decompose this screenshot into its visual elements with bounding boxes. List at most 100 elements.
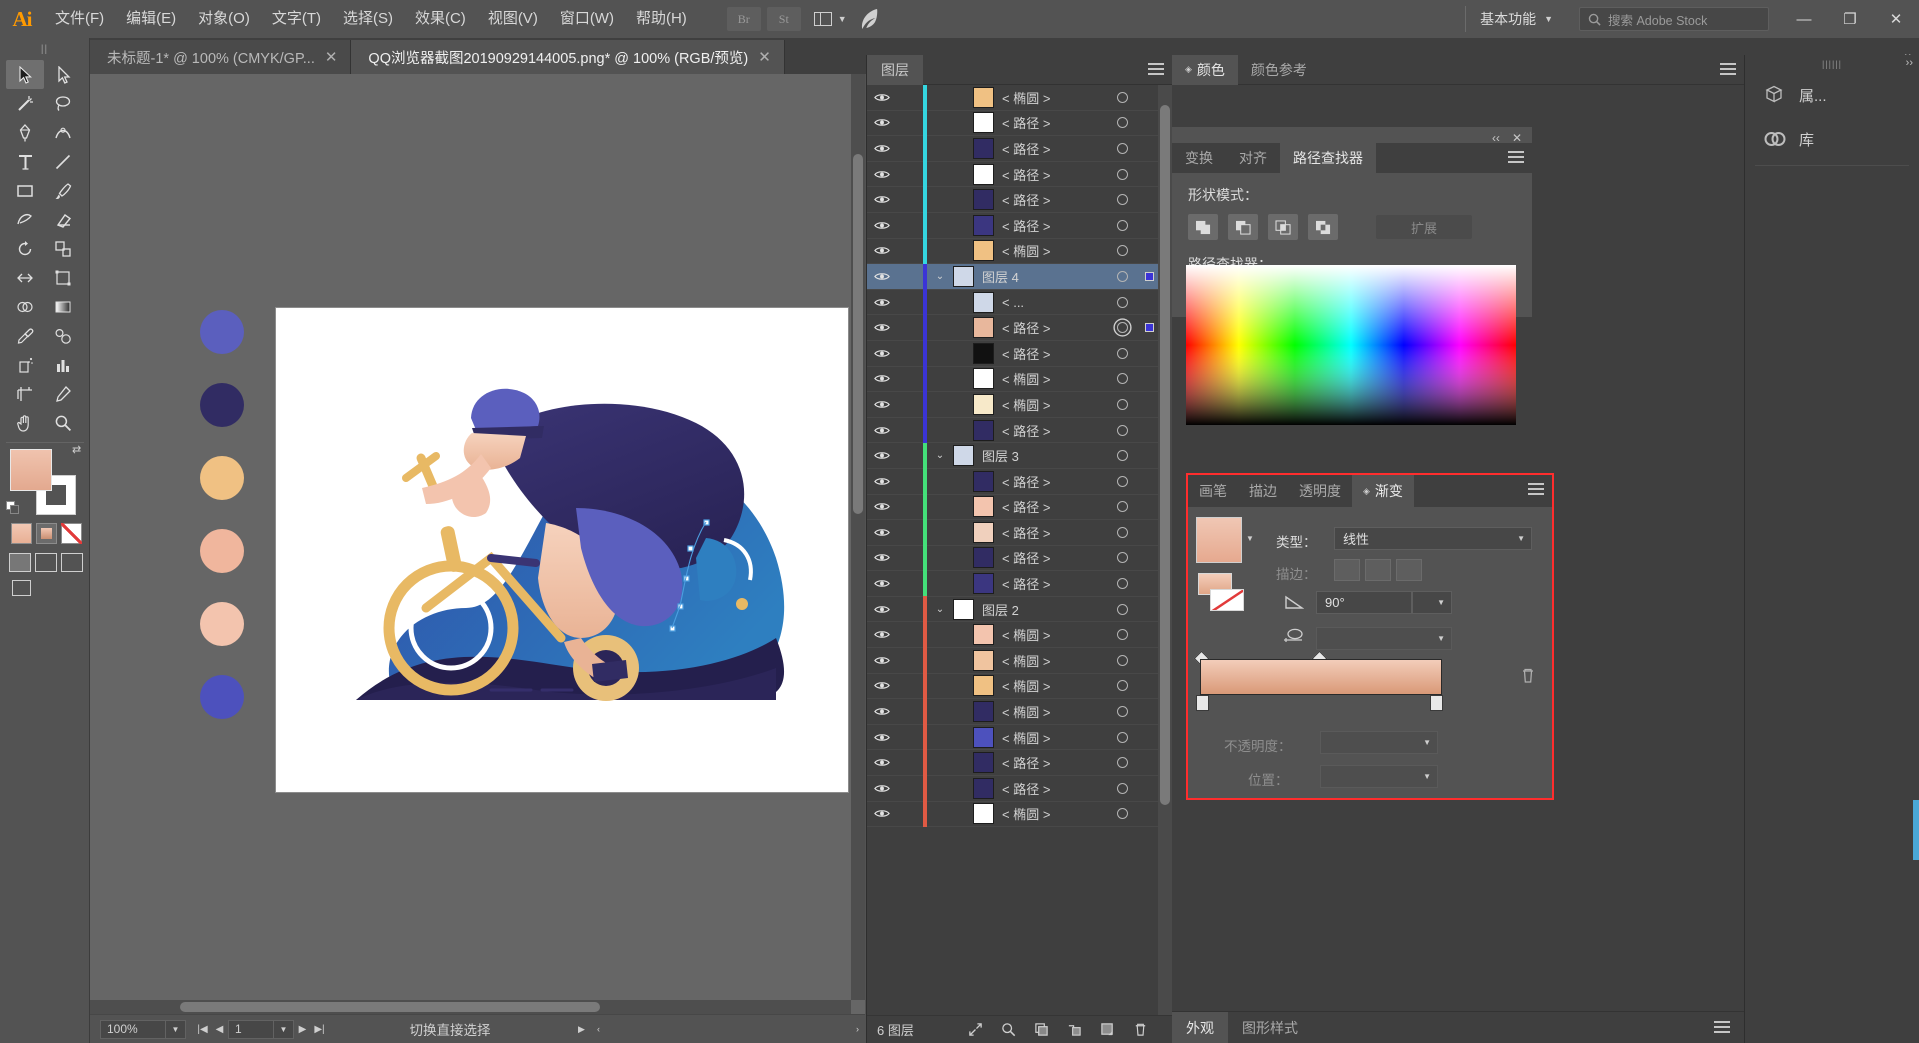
rotate-tool[interactable]	[6, 234, 44, 263]
target-indicator-icon[interactable]	[1105, 219, 1139, 231]
layer-row[interactable]: < 路径 >	[867, 110, 1159, 137]
layer-name-label[interactable]: < 路径 >	[1002, 190, 1105, 209]
target-indicator-icon[interactable]	[1105, 782, 1139, 794]
layer-row[interactable]: < 椭圆 >	[867, 673, 1159, 700]
exclude-button[interactable]	[1308, 214, 1338, 240]
gradient-stop-start[interactable]	[1196, 695, 1209, 711]
panel-menu-icon[interactable]	[1720, 63, 1736, 77]
direct-selection-tool[interactable]	[44, 60, 82, 89]
tab-color[interactable]: ◈ 颜色	[1172, 54, 1238, 85]
layer-name-label[interactable]: < 路径 >	[1002, 421, 1105, 440]
visibility-toggle-icon[interactable]	[867, 680, 897, 691]
gradient-angle-dropdown[interactable]: ▼	[1412, 591, 1452, 614]
chevron-down-icon[interactable]: ▼	[1246, 534, 1254, 543]
scroll-left-icon[interactable]: ‹	[591, 1024, 606, 1034]
target-indicator-icon[interactable]	[1105, 450, 1139, 462]
menu-object[interactable]: 对象(O)	[187, 0, 261, 38]
curvature-tool[interactable]	[44, 118, 82, 147]
type-tool[interactable]	[6, 147, 44, 176]
layer-name-label[interactable]: < 路径 >	[1002, 165, 1105, 184]
color-spectrum[interactable]	[1186, 265, 1516, 425]
target-indicator-icon[interactable]	[1105, 91, 1139, 103]
first-artboard-button[interactable]: |◀	[194, 1020, 211, 1039]
dock-grip[interactable]: ||||||	[1745, 55, 1919, 73]
gradient-tool[interactable]	[44, 292, 82, 321]
swatch-gold[interactable]	[200, 456, 244, 500]
target-indicator-icon[interactable]	[1105, 117, 1139, 129]
panel-menu-icon[interactable]	[1508, 151, 1524, 165]
visibility-toggle-icon[interactable]	[867, 476, 897, 487]
rectangle-tool[interactable]	[6, 176, 44, 205]
layer-row[interactable]: < 路径 >	[867, 340, 1159, 367]
layer-name-label[interactable]: < 椭圆 >	[1002, 88, 1105, 107]
layer-name-label[interactable]: < 椭圆 >	[1002, 395, 1105, 414]
visibility-toggle-icon[interactable]	[867, 297, 897, 308]
close-icon[interactable]: ✕	[758, 48, 771, 66]
stroke-across-icon[interactable]	[1396, 559, 1422, 581]
layer-name-label[interactable]: < 路径 >	[1002, 318, 1105, 337]
layer-row[interactable]: < 椭圆 >	[867, 238, 1159, 265]
panel-menu-icon[interactable]	[1528, 483, 1544, 497]
target-indicator-icon[interactable]	[1105, 168, 1139, 180]
dock-item-properties[interactable]: 属...	[1745, 73, 1919, 117]
layer-row[interactable]: < 路径 >	[867, 417, 1159, 444]
canvas-horizontal-scrollbar[interactable]	[90, 1000, 851, 1014]
search-icon[interactable]	[992, 1016, 1025, 1043]
layer-row[interactable]: < 椭圆 >	[867, 698, 1159, 725]
width-tool[interactable]	[6, 263, 44, 292]
create-new-sublayer-icon[interactable]	[1058, 1016, 1091, 1043]
scrollbar-thumb[interactable]	[180, 1002, 600, 1012]
tab-color-guide[interactable]: 颜色参考	[1238, 55, 1320, 85]
menu-effect[interactable]: 效果(C)	[404, 0, 477, 38]
visibility-toggle-icon[interactable]	[867, 322, 897, 333]
visibility-toggle-icon[interactable]	[867, 808, 897, 819]
target-indicator-icon[interactable]	[1105, 731, 1139, 743]
shaper-tool[interactable]	[6, 205, 44, 234]
layer-name-label[interactable]: < 路径 >	[1002, 779, 1105, 798]
stock-search-input[interactable]: 搜索 Adobe Stock	[1579, 7, 1769, 31]
layer-name-label[interactable]: < 路径 >	[1002, 753, 1105, 772]
layer-row[interactable]: < 椭圆 >	[867, 85, 1159, 111]
chevron-down-icon[interactable]: ⌄	[927, 271, 953, 282]
gradient-slider[interactable]	[1200, 659, 1442, 695]
drawing-mode-inside-icon[interactable]	[61, 553, 83, 572]
document-tab-untitled[interactable]: 未标题-1* @ 100% (CMYK/GP... ✕	[90, 40, 352, 74]
tab-appearance[interactable]: 外观	[1172, 1011, 1228, 1043]
layer-name-label[interactable]: < 路径 >	[1002, 497, 1105, 516]
visibility-toggle-icon[interactable]	[867, 220, 897, 231]
canvas-vertical-scrollbar[interactable]	[851, 74, 865, 1000]
layers-scrollbar[interactable]	[1158, 85, 1172, 1015]
layer-row[interactable]: < 路径 >	[867, 468, 1159, 495]
eraser-tool[interactable]	[44, 205, 82, 234]
restore-button[interactable]: ❐	[1827, 0, 1873, 38]
visibility-toggle-icon[interactable]	[867, 373, 897, 384]
expand-panels-icon[interactable]: ››	[1906, 57, 1913, 69]
target-indicator-icon[interactable]	[1105, 270, 1139, 282]
tab-graphic-styles[interactable]: 图形样式	[1228, 1012, 1312, 1043]
gradient-location-input[interactable]: ▼	[1320, 765, 1438, 788]
layer-name-label[interactable]: < 椭圆 >	[1002, 804, 1105, 823]
layer-row[interactable]: < 路径 >	[867, 570, 1159, 597]
stroke-within-icon[interactable]	[1334, 559, 1360, 581]
eyedropper-tool[interactable]	[6, 321, 44, 350]
layer-row[interactable]: < 路径 >	[867, 135, 1159, 162]
target-indicator-icon[interactable]	[1105, 142, 1139, 154]
visibility-toggle-icon[interactable]	[867, 245, 897, 256]
visibility-toggle-icon[interactable]	[867, 604, 897, 615]
layer-name-label[interactable]: < 椭圆 >	[1002, 369, 1105, 388]
layer-name-label[interactable]: < 椭圆 >	[1002, 625, 1105, 644]
tab-pathfinder[interactable]: 路径查找器	[1280, 143, 1376, 173]
scrollbar-thumb[interactable]	[853, 154, 863, 514]
layer-row[interactable]: < 椭圆 >	[867, 391, 1159, 418]
visibility-toggle-icon[interactable]	[867, 271, 897, 282]
gradient-stroke-chip[interactable]	[1210, 589, 1244, 611]
visibility-toggle-icon[interactable]	[867, 552, 897, 563]
zoom-dropdown-icon[interactable]: ▼	[166, 1019, 186, 1039]
pen-tool[interactable]	[6, 118, 44, 147]
menu-file[interactable]: 文件(F)	[44, 0, 115, 38]
layer-row[interactable]: < 路径 >	[867, 775, 1159, 802]
layer-row[interactable]: < 路径 >	[867, 186, 1159, 213]
hand-tool[interactable]	[6, 408, 44, 437]
canvas-area[interactable]	[90, 74, 865, 1014]
layer-name-label[interactable]: < 路径 >	[1002, 216, 1105, 235]
